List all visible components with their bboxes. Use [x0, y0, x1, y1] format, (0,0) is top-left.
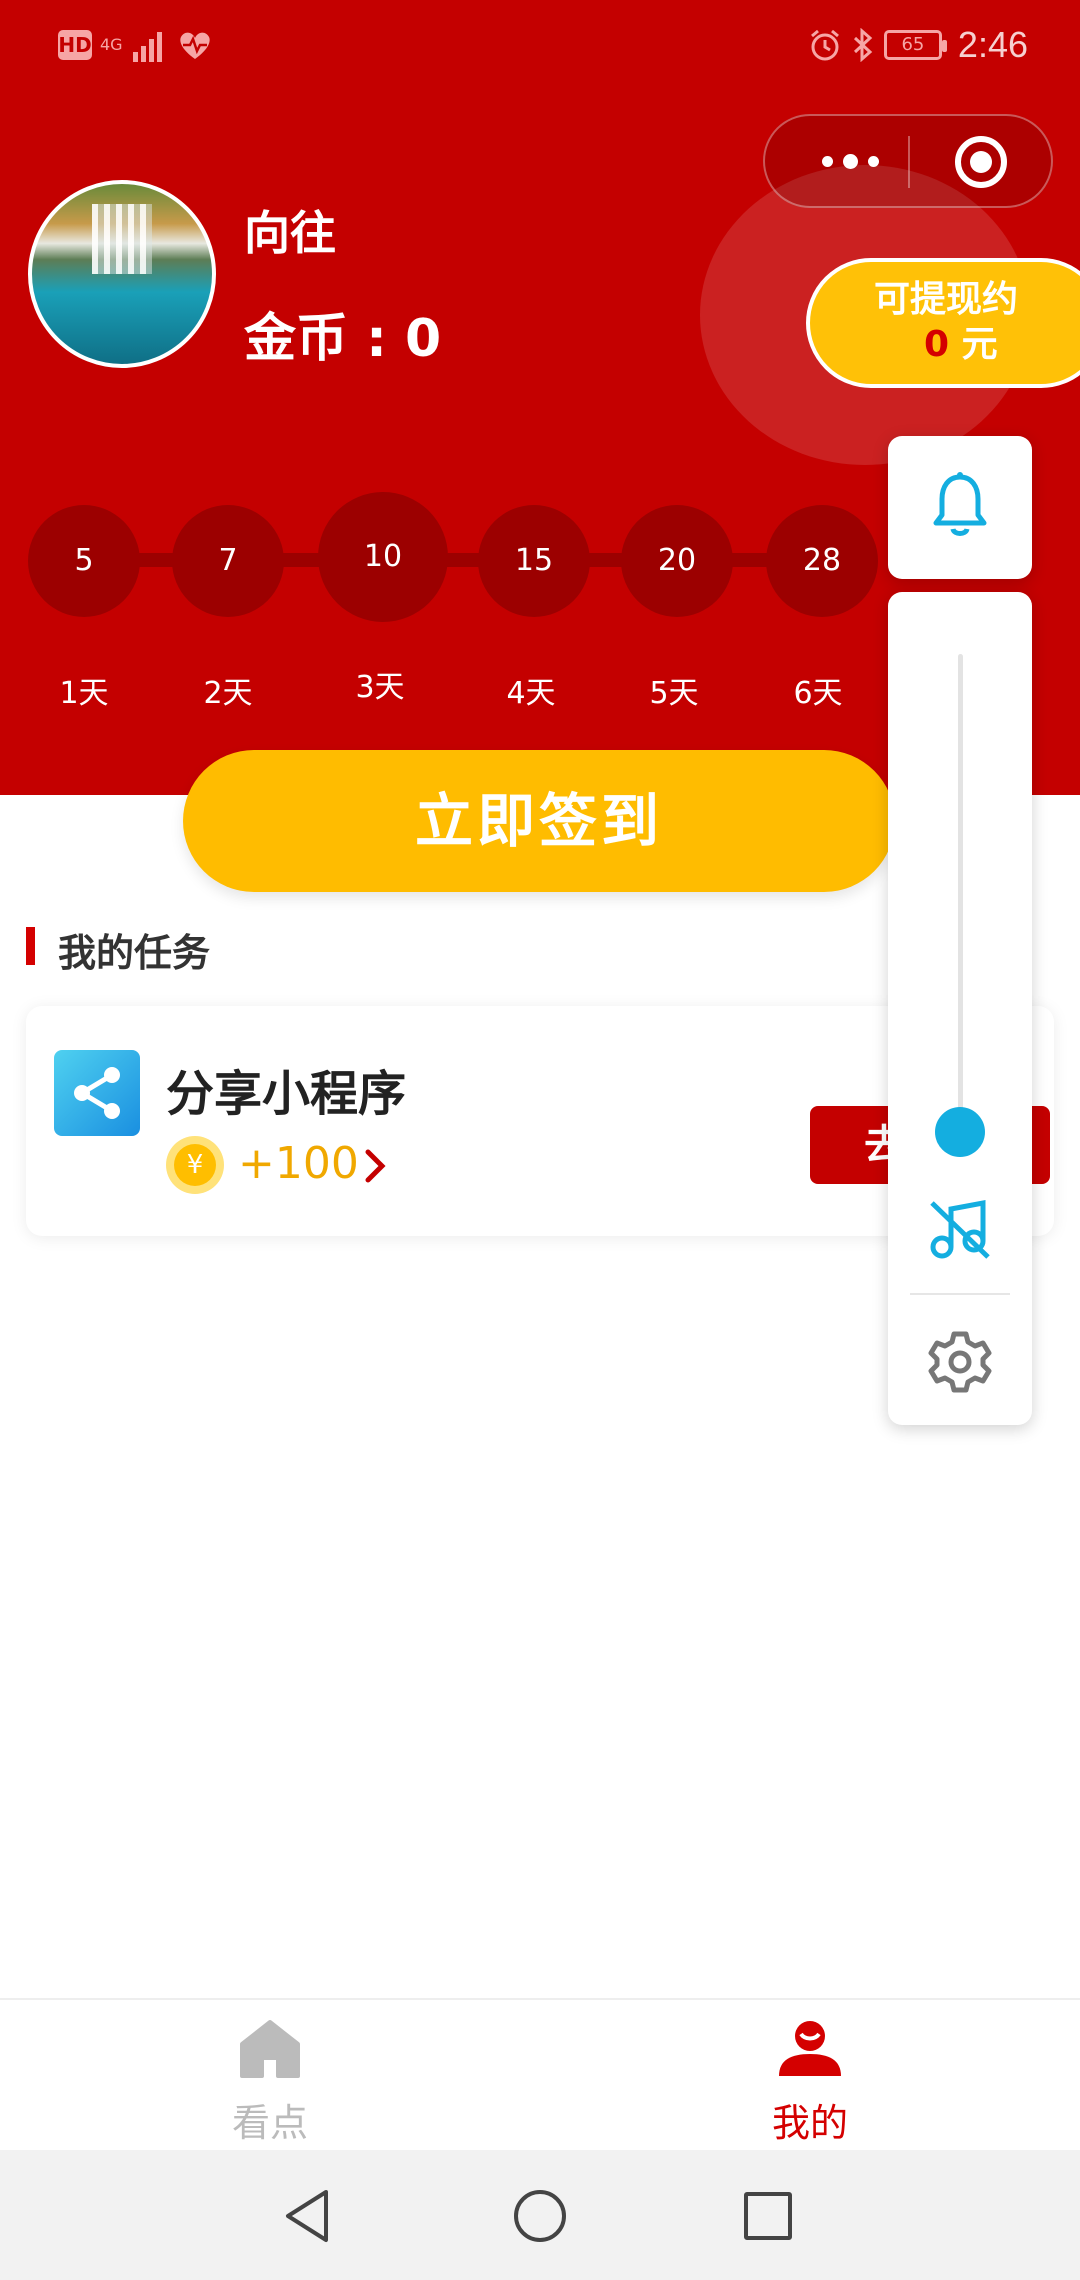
music-off-icon[interactable] — [928, 1197, 992, 1261]
task-name: 分享小程序 — [166, 1066, 407, 1122]
coin-balance: 金币 : 0 — [244, 309, 442, 369]
home-nav-button[interactable] — [514, 2190, 566, 2242]
tab-bar: 看点 我的 — [0, 1998, 1080, 2150]
username: 向往 — [244, 206, 336, 260]
more-menu-button[interactable] — [805, 116, 895, 206]
bluetooth-icon — [853, 28, 873, 62]
system-nav-bar — [0, 2150, 1080, 2280]
tab-mine[interactable]: 我的 — [540, 2000, 1080, 2152]
notification-button[interactable] — [888, 436, 1032, 579]
dot-icon — [842, 153, 858, 169]
withdraw-amount: 0 — [924, 324, 950, 365]
tab-mine-label: 我的 — [771, 2101, 848, 2145]
close-miniprogram-button[interactable] — [955, 136, 1007, 188]
dot-icon — [867, 155, 879, 167]
user-icon — [779, 2021, 841, 2076]
tab-home[interactable]: 看点 — [0, 2000, 540, 2152]
dot-icon — [821, 155, 833, 167]
avatar-waterfall — [92, 204, 152, 274]
avatar[interactable] — [28, 180, 216, 368]
tasks-section-title: 我的任务 — [58, 931, 211, 975]
recent-apps-button[interactable] — [744, 2192, 792, 2240]
tab-home-label: 看点 — [231, 2101, 308, 2145]
section-marker — [26, 927, 35, 965]
signal-icon — [132, 32, 162, 62]
capsule-divider — [908, 136, 910, 188]
signin-day-5: 20 — [621, 505, 733, 617]
signin-day-3: 10 — [318, 492, 448, 622]
control-panel — [888, 592, 1032, 1425]
volume-slider-track[interactable] — [958, 654, 963, 1124]
coin-icon: ¥ — [166, 1136, 224, 1194]
signin-day-label: 2天 — [203, 676, 253, 711]
battery-indicator: 65 — [883, 30, 947, 60]
network-type: 4G — [100, 35, 123, 54]
heart-rate-icon — [179, 32, 210, 59]
chevron-right-icon[interactable] — [356, 1146, 396, 1186]
miniprogram-capsule — [763, 114, 1053, 208]
signin-button[interactable]: 立即签到 — [183, 750, 895, 892]
withdraw-value: 0 元 — [874, 322, 1080, 368]
signin-day-4: 15 — [478, 505, 590, 617]
bell-icon — [933, 472, 987, 536]
signin-day-label: 6天 — [793, 676, 843, 711]
withdraw-button[interactable]: 可提现约 0 元 — [806, 258, 1080, 388]
signin-day-label: 1天 — [59, 676, 109, 711]
status-bar: HD 4G 65 2:46 — [0, 0, 1080, 90]
withdraw-unit: 元 — [961, 324, 998, 365]
volume-slider-thumb[interactable] — [935, 1107, 985, 1157]
withdraw-label: 可提现约 — [874, 279, 1019, 320]
signin-day-label: 4天 — [506, 676, 556, 711]
status-right: 65 2:46 — [808, 22, 1028, 68]
signin-day-6: 28 — [766, 505, 878, 617]
task-reward: +100 — [238, 1138, 359, 1189]
share-icon — [54, 1050, 140, 1136]
status-left: HD 4G — [58, 22, 213, 68]
signin-day-label: 5天 — [649, 676, 699, 711]
home-icon — [240, 2020, 300, 2078]
gear-icon[interactable] — [928, 1330, 992, 1394]
back-icon[interactable] — [282, 2188, 332, 2244]
signin-day-label: 3天 — [355, 670, 405, 705]
signin-day-1: 5 — [28, 505, 140, 617]
clock: 2:46 — [957, 24, 1028, 65]
hd-badge: HD — [58, 30, 92, 60]
panel-divider — [910, 1293, 1010, 1295]
alarm-icon — [810, 29, 839, 61]
signin-day-2: 7 — [172, 505, 284, 617]
